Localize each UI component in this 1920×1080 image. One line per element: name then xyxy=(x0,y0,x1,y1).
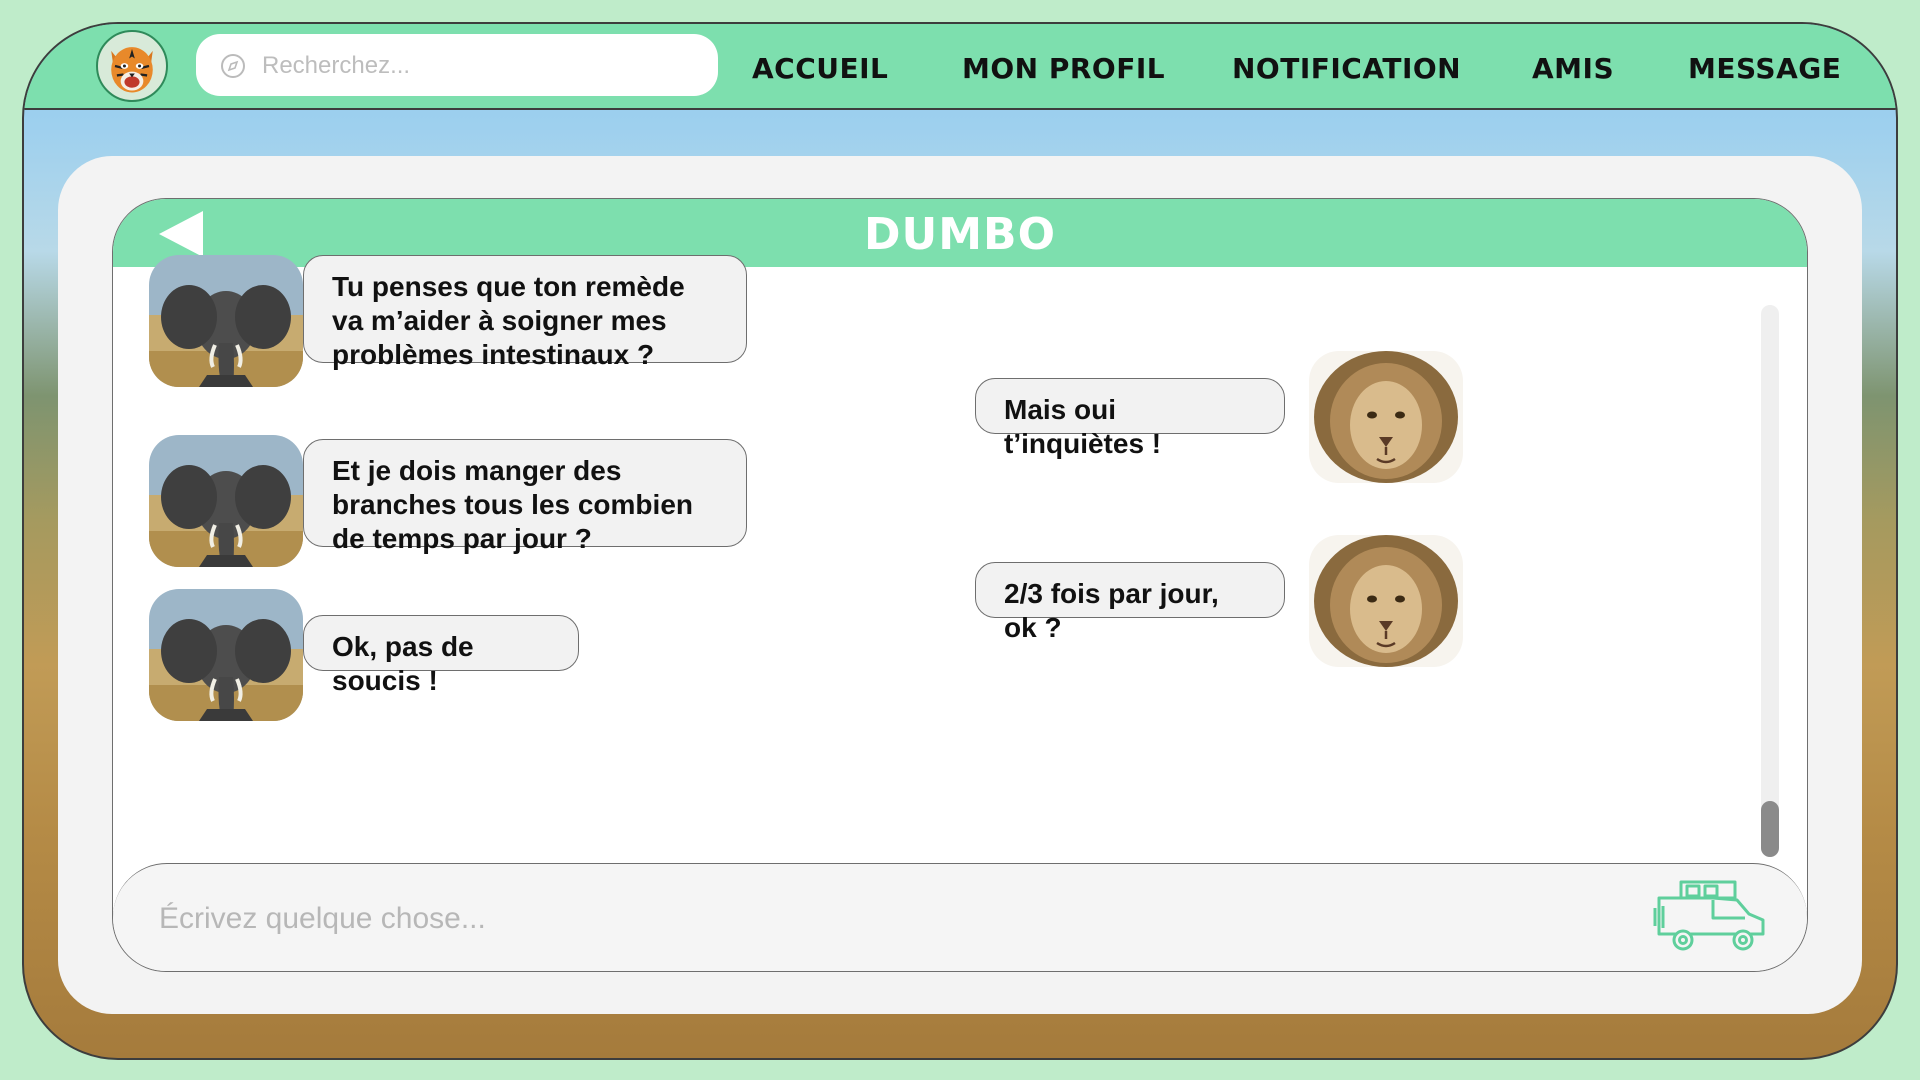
lion-avatar xyxy=(1309,351,1463,483)
nav-notification[interactable]: NOTIFICATION xyxy=(1232,52,1461,85)
chat-title: DUMBO xyxy=(864,209,1056,260)
message-input[interactable] xyxy=(157,898,1581,940)
message-bubble-sent: 2/3 fois par jour, ok ? xyxy=(975,562,1285,643)
tiger-logo-icon[interactable] xyxy=(96,30,168,102)
elephant-avatar xyxy=(149,255,303,387)
jeep-send-icon[interactable] xyxy=(1653,878,1771,952)
scrollbar-thumb[interactable] xyxy=(1761,801,1779,857)
content-panel: DUMBO Tu penses que ton remède va m’aide… xyxy=(58,156,1862,1014)
nav-accueil[interactable]: ACCUEIL xyxy=(752,52,888,85)
nav-message[interactable]: MESSAGE xyxy=(1688,52,1841,85)
message-composer xyxy=(113,863,1807,971)
search-input[interactable] xyxy=(260,46,704,86)
elephant-avatar xyxy=(149,589,303,721)
message-bubble-received: Et je dois manger des branches tous les … xyxy=(303,439,747,554)
message-bubble-sent: Mais oui t’inquiètes ! xyxy=(975,378,1285,459)
elephant-avatar xyxy=(149,435,303,567)
search-bar xyxy=(196,34,718,96)
top-navigation-bar: ACCUEIL MON PROFIL NOTIFICATION AMIS MES… xyxy=(24,24,1896,110)
message-bubble-received: Ok, pas de soucis ! xyxy=(303,615,579,696)
message-bubble-received: Tu penses que ton remède va m’aider à so… xyxy=(303,255,747,370)
lion-avatar xyxy=(1309,535,1463,667)
compass-icon xyxy=(221,54,245,78)
app-frame: ACCUEIL MON PROFIL NOTIFICATION AMIS MES… xyxy=(22,22,1898,1060)
nav-mon-profil[interactable]: MON PROFIL xyxy=(962,52,1165,85)
nav-amis[interactable]: AMIS xyxy=(1532,52,1614,85)
chat-window: DUMBO Tu penses que ton remède va m’aide… xyxy=(112,198,1808,972)
chat-scrollbar[interactable] xyxy=(1761,305,1779,857)
